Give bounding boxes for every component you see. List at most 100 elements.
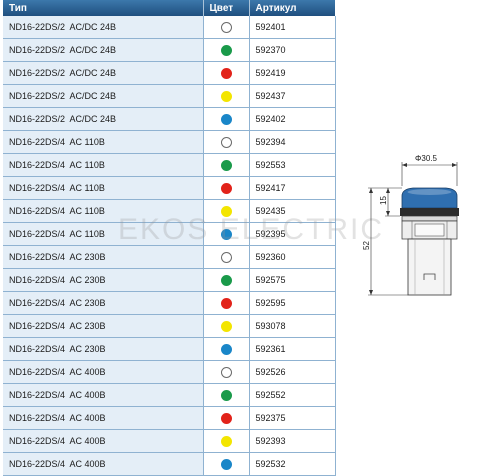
color-dot-red [220,182,232,194]
table-row: ND16-22DS/4 AC 400B 592532 [3,452,336,476]
cell-type: ND16-22DS/4 AC 400B [3,452,204,476]
cell-article: 592370 [249,38,336,62]
color-dot-green [220,389,232,401]
table-row: ND16-22DS/4 AC 230B 592360 [3,245,336,269]
cell-type: ND16-22DS/2 AC/DC 24B [3,16,204,39]
cell-type: ND16-22DS/4 AC 110B [3,199,204,223]
cell-color [203,383,250,407]
cell-type: ND16-22DS/2 AC/DC 24B [3,38,204,62]
table-row: ND16-22DS/4 AC 110B 592394 [3,130,336,154]
cell-color [203,452,250,476]
cell-type: ND16-22DS/4 AC 400B [3,360,204,384]
indicator-body [407,238,452,296]
color-dot-yellow [220,435,232,447]
color-dot-blue [220,113,232,125]
table-row: ND16-22DS/4 AC 110B 592435 [3,199,336,223]
cell-color [203,153,250,177]
cell-color [203,199,250,223]
cell-color [203,176,250,200]
cell-type: ND16-22DS/2 AC/DC 24B [3,84,204,108]
cell-article: 592360 [249,245,336,269]
cell-color [203,245,250,269]
cell-type: ND16-22DS/4 AC 230B [3,337,204,361]
cell-type: ND16-22DS/4 AC 230B [3,268,204,292]
indicator-bezel [400,208,459,216]
table-row: ND16-22DS/2 AC/DC 24B 592370 [3,38,336,62]
cell-color [203,130,250,154]
cell-article: 592393 [249,429,336,453]
cell-article: 592553 [249,153,336,177]
table-row: ND16-22DS/2 AC/DC 24B 592402 [3,107,336,131]
table-row: ND16-22DS/4 AC 110B 592417 [3,176,336,200]
table-row: ND16-22DS/2 AC/DC 24B 592437 [3,84,336,108]
header-type: Тип [3,0,204,16]
cell-type: ND16-22DS/4 AC 110B [3,176,204,200]
cell-article: 592595 [249,291,336,315]
cell-article: 592552 [249,383,336,407]
color-dot-white [220,251,232,263]
cell-article: 592437 [249,84,336,108]
cell-article: 592435 [249,199,336,223]
cell-article: 592402 [249,107,336,131]
color-dot-red [220,67,232,79]
length-label: 52 [362,241,371,250]
cell-color [203,406,250,430]
cell-type: ND16-22DS/2 AC/DC 24B [3,107,204,131]
color-dot-red [220,412,232,424]
cell-type: ND16-22DS/2 AC/DC 24B [3,61,204,85]
cell-article: 592375 [249,406,336,430]
nut-window [414,223,445,237]
cell-color [203,337,250,361]
cell-article: 592575 [249,268,336,292]
cell-article: 592532 [249,452,336,476]
mounting-flange [401,215,458,222]
color-dot-green [220,274,232,286]
length-arrow-bottom [369,290,373,295]
table-row: ND16-22DS/4 AC 230B 592575 [3,268,336,292]
color-dot-green [220,44,232,56]
cell-article: 592419 [249,61,336,85]
diameter-arrow-right [452,163,457,167]
color-dot-green [220,159,232,171]
table-row: ND16-22DS/4 AC 230B 593078 [3,314,336,338]
cell-color [203,291,250,315]
table-row: ND16-22DS/4 AC 110B 592553 [3,153,336,177]
diameter-label: Φ30.5 [415,154,438,163]
table-row: ND16-22DS/4 AC 400B 592526 [3,360,336,384]
cell-color [203,61,250,85]
table-row: ND16-22DS/4 AC 400B 592393 [3,429,336,453]
table-row: ND16-22DS/2 AC/DC 24B 592419 [3,61,336,85]
cell-color [203,84,250,108]
cell-color [203,314,250,338]
cell-type: ND16-22DS/4 AC 110B [3,153,204,177]
cell-article: 593078 [249,314,336,338]
table-row: ND16-22DS/4 AC 230B 592361 [3,337,336,361]
cell-article: 592417 [249,176,336,200]
cell-type: ND16-22DS/4 AC 230B [3,314,204,338]
color-dot-white [220,366,232,378]
cell-type: ND16-22DS/4 AC 400B [3,429,204,453]
cell-article: 592395 [249,222,336,246]
product-table: Тип Цвет Артикул ND16-22DS/2 AC/DC 24B 59… [3,0,336,476]
color-dot-blue [220,228,232,240]
color-dot-red [220,297,232,309]
color-dot-yellow [220,320,232,332]
cell-type: ND16-22DS/4 AC 110B [3,222,204,246]
height-label: 15 [379,196,388,205]
cell-type: ND16-22DS/4 AC 230B [3,245,204,269]
cell-color [203,16,250,39]
color-dot-white [220,136,232,148]
cell-article: 592526 [249,360,336,384]
color-dot-blue [220,458,232,470]
table-row: ND16-22DS/4 AC 400B 592552 [3,383,336,407]
color-dot-blue [220,343,232,355]
lens-highlight [407,189,452,195]
height-arrow-bottom [386,211,390,216]
cell-article: 592401 [249,16,336,39]
header-article: Артикул [249,0,335,16]
table-row: ND16-22DS/2 AC/DC 24B 592401 [3,16,336,39]
diameter-arrow-left [402,163,407,167]
height-arrow-top [386,188,390,193]
indicator-drawing: Φ30.5 15 52 [362,154,459,296]
cell-type: ND16-22DS/4 AC 400B [3,383,204,407]
